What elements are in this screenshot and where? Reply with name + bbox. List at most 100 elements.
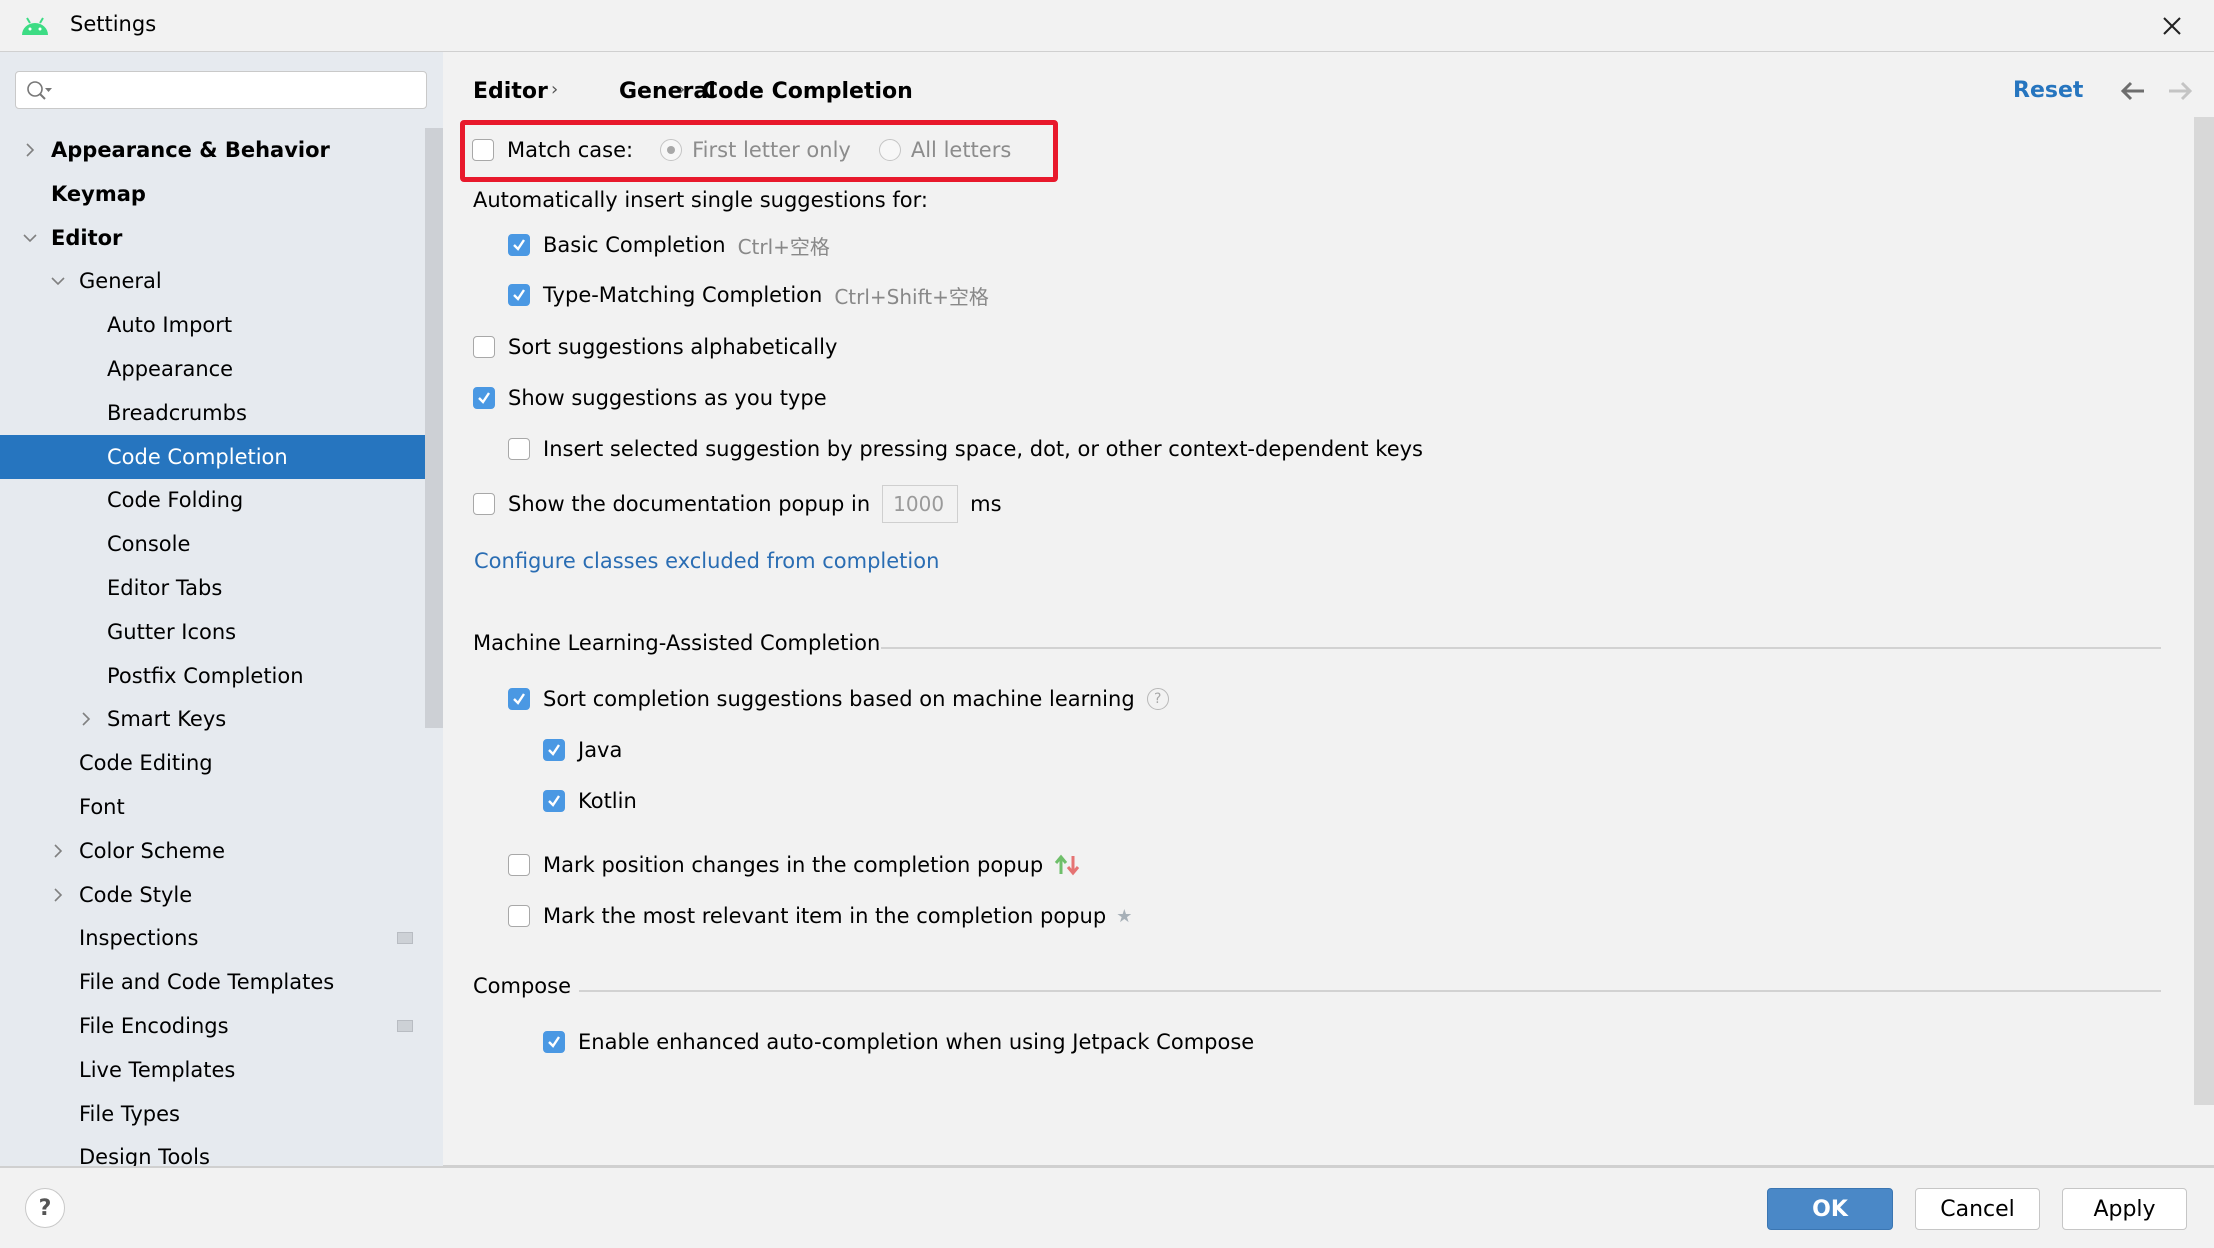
compose-enhanced-checkbox[interactable]: [543, 1031, 565, 1053]
sidebar-item-label: General: [79, 269, 162, 294]
doc-popup-checkbox[interactable]: [473, 493, 495, 515]
configure-excluded-classes-link[interactable]: Configure classes excluded from completi…: [474, 545, 939, 577]
sort-alpha-label: Sort suggestions alphabetically: [508, 335, 838, 359]
sidebar-item-editor-tabs[interactable]: Editor Tabs: [0, 566, 424, 610]
chevron-down-icon[interactable]: [22, 230, 38, 246]
sidebar-item-gutter-icons[interactable]: Gutter Icons: [0, 610, 424, 654]
compose-section-divider: [579, 990, 2161, 992]
sidebar-item-label: Breadcrumbs: [107, 400, 247, 425]
settings-sidebar: Appearance & Behavior Keymap Editor General…: [0, 52, 443, 1166]
sidebar-item-label: File Encodings: [79, 1014, 229, 1038]
sidebar-item-code-folding[interactable]: Code Folding: [0, 478, 424, 522]
sidebar-item-general[interactable]: General: [0, 259, 424, 303]
sidebar-item-label: Keymap: [51, 181, 146, 206]
sidebar-item-inspections[interactable]: Inspections: [0, 916, 424, 960]
content-scrollbar[interactable]: [2194, 117, 2214, 1105]
sidebar-item-file-types[interactable]: File Types: [0, 1092, 424, 1136]
basic-completion-row: Basic Completion Ctrl+空格: [508, 229, 830, 261]
settings-search-input[interactable]: [60, 76, 419, 106]
apply-button[interactable]: Apply: [2062, 1188, 2187, 1230]
sort-alpha-checkbox[interactable]: [473, 336, 495, 358]
sort-ml-checkbox[interactable]: [508, 688, 530, 710]
doc-popup-delay-field[interactable]: [882, 485, 959, 523]
kotlin-row: Kotlin: [543, 785, 637, 817]
sidebar-item-editor[interactable]: Editor: [0, 216, 424, 260]
sidebar-item-auto-import[interactable]: Auto Import: [0, 303, 424, 347]
match-case-checkbox[interactable]: [472, 139, 494, 161]
sidebar-item-file-encodings[interactable]: File Encodings: [0, 1004, 424, 1048]
settings-content: Editor › General › Code Completion Reset…: [443, 52, 2214, 1166]
help-icon[interactable]: ?: [1146, 688, 1169, 710]
doc-popup-unit: ms: [970, 492, 1002, 516]
match-case-row: Match case: First letter only All letter…: [472, 134, 1011, 166]
reset-link[interactable]: Reset: [2013, 78, 2083, 103]
dialog-footer: ? OK Cancel Apply: [0, 1166, 2214, 1248]
ok-button[interactable]: OK: [1767, 1188, 1893, 1230]
checkmark-icon: [513, 239, 525, 251]
sidebar-item-label: Inspections: [79, 926, 199, 951]
sort-alpha-row: Sort suggestions alphabetically: [473, 331, 837, 363]
sidebar-item-appearance[interactable]: Appearance: [0, 347, 424, 391]
sidebar-item-code-editing[interactable]: Code Editing: [0, 741, 424, 785]
sidebar-item-postfix-completion[interactable]: Postfix Completion: [0, 654, 424, 698]
type-matching-checkbox[interactable]: [508, 284, 530, 306]
basic-completion-shortcut: Ctrl+空格: [737, 234, 830, 259]
basic-completion-checkbox[interactable]: [508, 234, 530, 256]
first-letter-only-radio[interactable]: [660, 139, 683, 161]
type-matching-shortcut: Ctrl+Shift+空格: [834, 284, 989, 309]
auto-insert-label: Automatically insert single suggestions …: [473, 188, 928, 212]
compose-enhanced-label: Enable enhanced auto-completion when usi…: [578, 1030, 1255, 1054]
show-as-type-checkbox[interactable]: [473, 387, 495, 409]
sidebar-item-breadcrumbs[interactable]: Breadcrumbs: [0, 391, 424, 435]
cancel-button[interactable]: Cancel: [1915, 1188, 2040, 1230]
sidebar-item-appearance-behavior[interactable]: Appearance & Behavior: [0, 128, 424, 172]
breadcrumb-separator-icon: ›: [551, 79, 559, 100]
sidebar-item-label: Editor Tabs: [107, 576, 223, 600]
sidebar-item-label: Code Completion: [107, 444, 288, 469]
sidebar-item-color-scheme[interactable]: Color Scheme: [0, 829, 424, 873]
sidebar-item-code-style[interactable]: Code Style: [0, 873, 424, 917]
sidebar-item-label: Auto Import: [107, 313, 233, 338]
sidebar-item-label: Color Scheme: [79, 838, 225, 863]
breadcrumb-separator-icon: ›: [678, 79, 686, 100]
show-as-type-label: Show suggestions as you type: [508, 386, 827, 410]
help-button[interactable]: ?: [25, 1188, 65, 1228]
sidebar-item-label: File Types: [79, 1101, 180, 1126]
sidebar-item-label: Postfix Completion: [107, 663, 304, 688]
mark-position-checkbox[interactable]: [508, 854, 530, 876]
chevron-right-icon[interactable]: [22, 142, 38, 158]
sidebar-item-file-and-code-templates[interactable]: File and Code Templates: [0, 960, 424, 1004]
chevron-right-icon[interactable]: [50, 887, 66, 903]
chevron-right-icon[interactable]: [78, 711, 94, 727]
sidebar-item-label: Code Folding: [107, 488, 244, 513]
ml-section-divider: [881, 647, 2161, 649]
mark-relevant-checkbox[interactable]: [508, 905, 530, 927]
back-arrow-icon[interactable]: [2118, 76, 2148, 106]
sidebar-item-design-tools[interactable]: Design Tools: [0, 1135, 424, 1166]
sidebar-item-code-completion[interactable]: Code Completion: [0, 434, 443, 479]
chevron-down-icon[interactable]: [50, 273, 66, 289]
checkmark-icon: [513, 693, 525, 705]
forward-arrow-icon[interactable]: [2165, 76, 2195, 106]
settings-search-box[interactable]: [15, 71, 427, 109]
sidebar-item-smart-keys[interactable]: Smart Keys: [0, 697, 424, 741]
all-letters-radio[interactable]: [878, 139, 901, 161]
sidebar-item-live-templates[interactable]: Live Templates: [0, 1048, 424, 1092]
close-button[interactable]: [2156, 10, 2188, 42]
sidebar-item-label: Smart Keys: [107, 707, 227, 732]
java-checkbox[interactable]: [543, 739, 565, 761]
sidebar-item-label: Appearance: [107, 357, 234, 381]
insert-selected-checkbox[interactable]: [508, 438, 530, 460]
checkmark-icon: [478, 392, 490, 404]
chevron-right-icon[interactable]: [50, 843, 66, 859]
sidebar-item-console[interactable]: Console: [0, 522, 424, 566]
sidebar-item-font[interactable]: Font: [0, 785, 424, 829]
project-scope-icon: [397, 932, 413, 945]
show-as-type-row: Show suggestions as you type: [473, 382, 827, 414]
sidebar-item-keymap[interactable]: Keymap: [0, 172, 424, 216]
sidebar-item-label: Gutter Icons: [107, 619, 237, 644]
breadcrumb-item-editor[interactable]: Editor: [473, 79, 548, 104]
sidebar-scrollbar[interactable]: [425, 128, 443, 728]
kotlin-checkbox[interactable]: [543, 790, 565, 812]
java-label: Java: [578, 738, 623, 762]
